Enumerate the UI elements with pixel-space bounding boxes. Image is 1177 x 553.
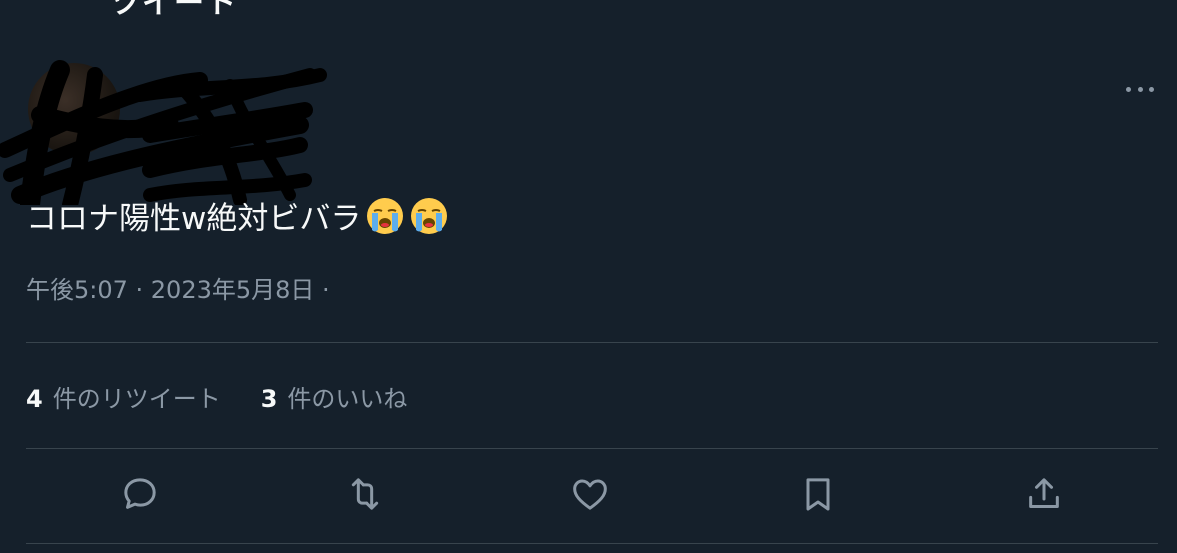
retweet-button[interactable] xyxy=(341,470,389,518)
heart-icon xyxy=(573,479,607,510)
divider xyxy=(26,342,1158,343)
divider xyxy=(26,543,1158,544)
likes-count: 3 xyxy=(260,385,278,413)
bookmark-button[interactable] xyxy=(794,470,842,518)
retweet-icon xyxy=(351,478,379,510)
loudly-crying-face-icon xyxy=(411,197,448,234)
tweet-text-content: コロナ陽性w絶対ビバラ xyxy=(26,201,362,237)
tweet-timestamp[interactable]: 午後5:07 · 2023年5月8日 · xyxy=(26,270,330,305)
bookmark-icon xyxy=(806,478,830,511)
tweet-text: コロナ陽性w絶対ビバラ xyxy=(26,193,449,238)
likes-stat[interactable]: 3 件のいいね xyxy=(261,379,408,414)
tweet-actions xyxy=(26,470,1158,526)
more-options-icon[interactable] xyxy=(1122,79,1158,99)
retweets-label: 件のリツイート xyxy=(52,385,221,413)
tweet-author xyxy=(0,55,1177,205)
reply-button[interactable] xyxy=(116,470,164,518)
tweet-stats: 4 件のリツイート 3 件のいいね xyxy=(26,379,447,414)
share-button[interactable] xyxy=(1020,470,1068,518)
tweet-detail-page: ツイート コロナ陽性w絶対ビバラ 午後5:07 · 2023年5月8日 · 4 … xyxy=(0,0,1177,553)
like-button[interactable] xyxy=(566,470,614,518)
share-icon xyxy=(1029,478,1059,508)
divider xyxy=(26,448,1158,449)
retweets-count: 4 xyxy=(26,385,43,413)
loudly-crying-face-icon xyxy=(367,197,404,234)
redaction-scribble xyxy=(0,60,327,205)
retweets-stat[interactable]: 4 件のリツイート xyxy=(26,379,221,414)
likes-label: 件のいいね xyxy=(287,385,408,413)
page-header-title: ツイート xyxy=(110,0,238,21)
reply-icon xyxy=(124,478,156,509)
